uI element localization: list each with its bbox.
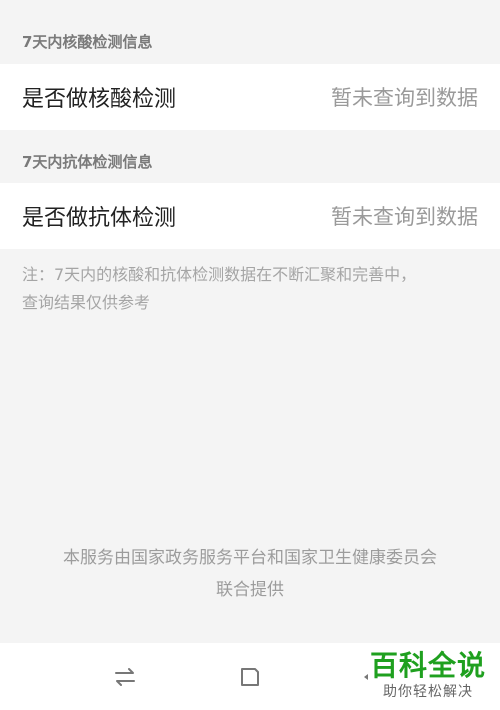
home-square-icon[interactable]	[238, 665, 262, 689]
antibody-section-header: 7天内抗体检测信息	[22, 153, 153, 171]
nucleic-section-header: 7天内核酸检测信息	[22, 33, 153, 51]
disclaimer-line-2: 查询结果仅供参考	[22, 293, 151, 312]
watermark-title: 百科全说	[369, 649, 486, 682]
baike-watermark: 百科全说 助你轻松解决	[370, 650, 486, 702]
watermark-subtitle: 助你轻松解决	[382, 684, 473, 700]
nucleic-test-row[interactable]: 是否做核酸检测 暂未查询到数据	[0, 64, 500, 130]
disclaimer-note: 注：7天内的核酸和抗体检测数据在不断汇聚和完善中， 查询结果仅供参考	[0, 249, 500, 317]
nucleic-test-value: 暂未查询到数据	[331, 86, 478, 110]
antibody-test-row[interactable]: 是否做抗体检测 暂未查询到数据	[0, 183, 500, 249]
provider-line-2: 联合提供	[216, 580, 284, 600]
disclaimer-line-1: 注：7天内的核酸和抗体检测数据在不断汇聚和完善中，	[22, 265, 417, 284]
antibody-test-value: 暂未查询到数据	[331, 205, 478, 229]
nucleic-test-label: 是否做核酸检测	[22, 87, 177, 112]
antibody-test-label: 是否做抗体检测	[22, 206, 177, 231]
switch-apps-icon[interactable]	[113, 665, 137, 689]
service-provider-note: 本服务由国家政务服务平台和国家卫生健康委员会 联合提供	[0, 542, 500, 606]
provider-line-1: 本服务由国家政务服务平台和国家卫生健康委员会	[63, 548, 437, 568]
